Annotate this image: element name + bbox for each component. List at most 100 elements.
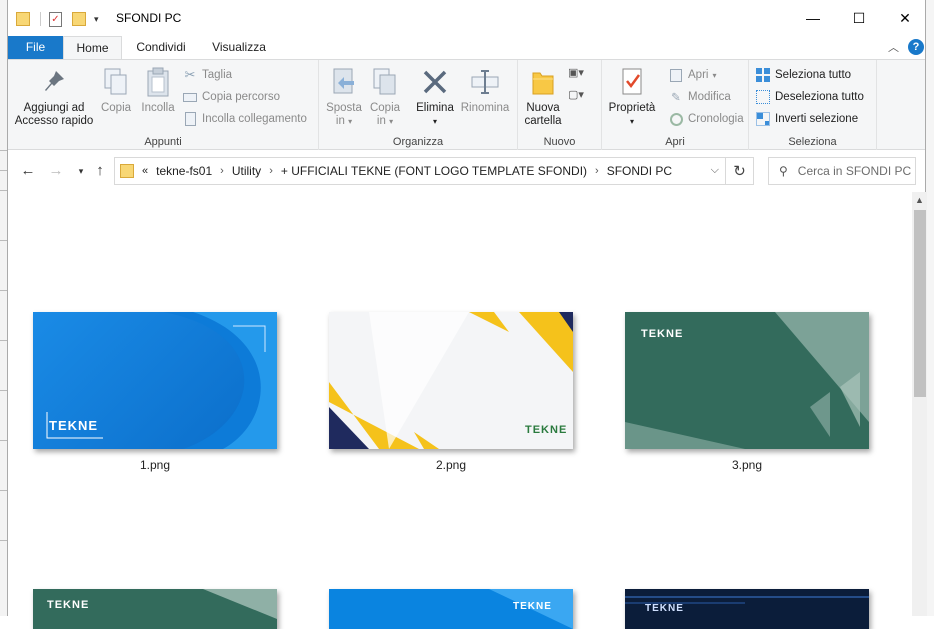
open-label: Apri — [688, 69, 709, 81]
rename-label: Rinomina — [460, 102, 510, 114]
invert-selection-button[interactable]: Inverti selezione — [755, 109, 858, 129]
close-button[interactable]: ✕ — [882, 0, 928, 36]
rename-icon — [469, 66, 501, 98]
deselect-all-button[interactable]: Deseleziona tutto — [755, 87, 864, 107]
back-arrow-icon[interactable]: ← — [18, 162, 38, 180]
thumbnail-2[interactable]: TEKNE — [329, 312, 573, 449]
select-all-button[interactable]: Seleziona tutto — [755, 65, 851, 85]
paste-shortcut-button[interactable]: Incolla collegamento — [182, 109, 307, 129]
paste-icon — [142, 66, 174, 98]
copy-path-label: Copia percorso — [202, 91, 280, 103]
thumbnail-logo: TEKNE — [47, 599, 90, 611]
scrollbar-thumb[interactable] — [914, 210, 926, 397]
paste-shortcut-icon — [182, 111, 198, 127]
maximize-button[interactable]: ☐ — [836, 0, 882, 36]
breadcrumb-sfondi-pc[interactable]: SFONDI PC — [607, 164, 672, 178]
pin-label-2: Accesso rapido — [14, 115, 94, 127]
up-arrow-icon[interactable]: ↑ — [90, 162, 110, 180]
address-bar[interactable]: « tekne-fs01 › Utility › + UFFICIALI TEK… — [114, 157, 726, 185]
quick-access-toolbar: ✓ ▾ — [16, 10, 99, 28]
rename-button[interactable]: Rinomina — [457, 66, 513, 115]
customize-toolbar-icon[interactable]: ▾ — [94, 14, 99, 25]
collapse-ribbon-icon[interactable]: ︿ — [888, 39, 899, 55]
group-seleziona: Seleziona tutto Deseleziona tutto Invert… — [749, 60, 877, 150]
breadcrumb-tekne-fs01[interactable]: tekne-fs01 — [156, 164, 212, 178]
breadcrumb-ufficiali-tekne[interactable]: + UFFICIALI TEKNE (FONT LOGO TEMPLATE SF… — [281, 164, 587, 178]
group-label-organizza: Organizza — [392, 136, 444, 148]
minimize-button[interactable]: — — [790, 0, 836, 36]
group-apri: Proprietà ▾ Apri ▾ ✎ Modifica Cronologia … — [602, 60, 749, 150]
recent-locations-icon[interactable]: ▾ — [71, 162, 91, 180]
folder-icon — [120, 164, 134, 178]
properties-check-icon[interactable]: ✓ — [49, 11, 62, 27]
tab-home[interactable]: Home — [63, 36, 122, 59]
thumbnail-6[interactable]: TEKNE — [625, 589, 869, 629]
background-window-right — [926, 0, 934, 616]
group-appunti: Aggiungi ad Accesso rapido Copia Incolla… — [8, 60, 319, 150]
search-icon: ⚲ — [779, 164, 788, 178]
new-folder-label-2: cartella — [524, 115, 562, 127]
separator — [40, 12, 41, 26]
scroll-up-icon[interactable]: ▲ — [912, 192, 927, 208]
copy-path-button[interactable]: Copia percorso — [182, 87, 280, 107]
history-button[interactable]: Cronologia — [668, 109, 744, 129]
open-button[interactable]: Apri ▾ — [668, 65, 716, 85]
forward-arrow-icon[interactable]: → — [46, 162, 66, 180]
deselect-all-icon — [755, 89, 771, 105]
tab-file[interactable]: File — [8, 36, 63, 59]
breadcrumb-chevron-icon[interactable]: › — [269, 165, 273, 177]
window-title: SFONDI PC — [116, 11, 182, 25]
address-dropdown-icon[interactable]: ⌵ — [711, 164, 719, 177]
move-to-label-2: in — [335, 115, 345, 127]
edit-pencil-icon: ✎ — [671, 92, 681, 104]
help-icon[interactable]: ? — [908, 39, 924, 55]
new-folder-icon[interactable] — [72, 12, 86, 26]
thumbnail-1[interactable]: TEKNE — [33, 312, 277, 449]
new-item-icon[interactable]: ▣▾ — [568, 66, 584, 79]
breadcrumb-chevron-icon[interactable]: › — [220, 165, 224, 177]
file-name-2[interactable]: 2.png — [329, 458, 573, 472]
select-all-label: Seleziona tutto — [775, 69, 852, 81]
thumbnail-5[interactable]: TEKNE — [329, 589, 573, 629]
copy-label: Copia — [100, 102, 132, 114]
properties-icon — [616, 66, 648, 98]
copy-to-label-1: Copia — [369, 102, 401, 114]
file-name-3[interactable]: 3.png — [625, 458, 869, 472]
ribbon: Aggiungi ad Accesso rapido Copia Incolla… — [8, 59, 925, 150]
cut-button[interactable]: ✂ Taglia — [182, 65, 233, 85]
navigation-bar: ← → ▾ ↑ « tekne-fs01 › Utility › + UFFIC… — [8, 150, 925, 192]
refresh-icon[interactable]: ↻ — [726, 157, 754, 185]
group-organizza: Sposta in ▾ Copia in ▾ Elimina ▾ Rinomin… — [319, 60, 518, 150]
thumbnail-4[interactable]: TEKNE — [33, 589, 277, 629]
open-icon — [668, 67, 684, 83]
move-to-label-1: Sposta — [326, 102, 362, 114]
search-input[interactable]: ⚲ Cerca in SFONDI PC — [768, 157, 916, 185]
thumbnail-logo: TEKNE — [49, 418, 99, 433]
edit-button[interactable]: ✎ Modifica — [668, 87, 731, 107]
copy-to-button[interactable]: Copia in ▾ — [367, 66, 403, 128]
copy-button[interactable]: Copia — [98, 66, 134, 115]
delete-button[interactable]: Elimina ▾ — [415, 66, 455, 128]
breadcrumb-chevron-icon[interactable]: › — [595, 165, 599, 177]
tab-share[interactable]: Condividi — [126, 36, 196, 59]
vertical-scrollbar[interactable]: ▲ — [912, 192, 927, 616]
paste-button[interactable]: Incolla — [136, 66, 180, 115]
history-icon — [668, 111, 684, 127]
group-label-seleziona: Seleziona — [788, 136, 837, 148]
scissors-icon: ✂ — [184, 67, 196, 82]
easy-access-icon[interactable]: ▢▾ — [568, 88, 584, 101]
file-name-1[interactable]: 1.png — [33, 458, 277, 472]
tab-view[interactable]: Visualizza — [204, 36, 274, 59]
pin-quick-access-button[interactable]: Aggiungi ad Accesso rapido — [12, 66, 96, 128]
thumbnail-logo: TEKNE — [641, 328, 684, 340]
delete-label: Elimina — [416, 102, 454, 114]
thumbnail-3[interactable]: TEKNE — [625, 312, 869, 449]
thumbnail-logo: TEKNE — [645, 603, 684, 614]
paste-label: Incolla — [141, 102, 175, 114]
pin-icon — [38, 66, 70, 98]
new-folder-button[interactable]: Nuova cartella — [522, 66, 564, 128]
move-to-button[interactable]: Sposta in ▾ — [323, 66, 365, 128]
breadcrumb-utility[interactable]: Utility — [232, 164, 261, 178]
breadcrumb-overflow[interactable]: « — [142, 165, 148, 177]
properties-button[interactable]: Proprietà ▾ — [604, 66, 660, 128]
